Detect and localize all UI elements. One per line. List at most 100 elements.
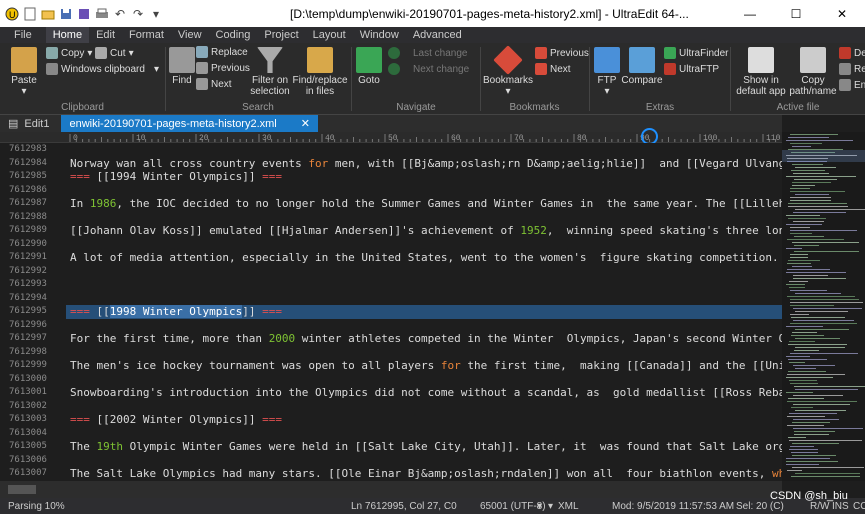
maximize-icon[interactable]: ☐ (773, 0, 819, 27)
minimap-line (790, 353, 858, 354)
paste-button[interactable]: Paste ▾ (6, 47, 42, 97)
code-line[interactable]: The 19th Olympic Winter Games were held … (66, 440, 782, 454)
horizontal-scroll-thumb[interactable] (8, 485, 36, 494)
print-icon[interactable] (94, 6, 110, 22)
copy-button[interactable]: Copy ▾ (46, 47, 92, 59)
binoculars-next-icon (196, 78, 208, 90)
code-line[interactable] (66, 346, 782, 360)
filter-on-selection-button[interactable]: Filter on selection (248, 47, 292, 97)
code-line[interactable] (66, 319, 782, 333)
menu-project[interactable]: Project (257, 27, 305, 43)
bookmarks-button[interactable]: Bookmarks ▾ (483, 45, 533, 97)
minimap-line (795, 368, 816, 369)
next-change-button[interactable]: Next change (388, 63, 469, 75)
menu-home[interactable]: Home (45, 27, 90, 43)
line-number: 7612983 (9, 144, 47, 154)
close-icon[interactable]: ✕ (819, 0, 865, 27)
ultraftp-button[interactable]: UltraFTP (664, 63, 719, 75)
code-line[interactable] (66, 427, 782, 441)
windows-clipboard-select[interactable]: Windows clipboard ▾ (46, 63, 159, 75)
code-editor[interactable]: Norway wan all cross country events for … (66, 143, 782, 481)
status-filetype[interactable]: XML (558, 501, 579, 512)
menu-file[interactable]: File (0, 27, 46, 43)
menu-coding[interactable]: Coding (209, 27, 258, 43)
code-line[interactable]: The Salt Lake Olympics had many stars. [… (66, 467, 782, 481)
menu-advanced[interactable]: Advanced (406, 27, 469, 43)
minimap-line (789, 440, 862, 441)
code-line[interactable]: Snowboarding's introduction into the Oly… (66, 386, 782, 400)
code-line[interactable] (66, 400, 782, 414)
status-encoding-dropdown-icon[interactable]: ▾ (537, 501, 542, 512)
code-line[interactable] (66, 143, 782, 157)
bookmark-previous-button[interactable]: Previous (535, 47, 589, 59)
code-line[interactable]: === [[2002 Winter Olympics]] === (66, 413, 782, 427)
status-position[interactable]: Ln 7612995, Col 27, C0 (351, 501, 457, 512)
bookmark-icon (493, 45, 523, 75)
code-line[interactable] (66, 292, 782, 306)
code-token: A lot of media attention, especially in … (70, 251, 782, 264)
en-button[interactable]: En (839, 79, 865, 91)
minimap-line (790, 188, 810, 189)
minimap-line (789, 413, 837, 414)
status-encoding[interactable]: 65001 (UTF-8) (480, 501, 546, 512)
find-next-button[interactable]: Next (196, 78, 232, 90)
minimap[interactable] (782, 132, 865, 481)
close-tab-icon[interactable]: ✕ (301, 117, 310, 130)
code-line[interactable]: The men's ice hockey tournament was open… (66, 359, 782, 373)
minimap-line (787, 374, 845, 375)
bookmark-next-button[interactable]: Next (535, 63, 571, 75)
copy-path-name-button[interactable]: Copy path/name (789, 47, 837, 97)
goto-button[interactable]: Goto (354, 47, 384, 86)
find-replace-in-files-button[interactable]: Find/replace in files (292, 47, 348, 97)
compare-button[interactable]: Compare (620, 47, 664, 86)
new-file-icon[interactable] (22, 6, 38, 22)
minimize-icon[interactable]: — (727, 0, 773, 27)
de-button[interactable]: De (839, 47, 865, 59)
code-line[interactable]: A lot of media attention, especially in … (66, 251, 782, 265)
code-line[interactable]: In 1986, the IOC decided to no longer ho… (66, 197, 782, 211)
find-button[interactable]: Find (168, 47, 196, 86)
line-number: 7613005 (9, 441, 47, 451)
code-line[interactable]: Norway wan all cross country events for … (66, 157, 782, 171)
code-line[interactable]: For the first time, more than 2000 winte… (66, 332, 782, 346)
bookmark-next-icon (535, 63, 547, 75)
last-change-button[interactable]: Last change (388, 47, 468, 59)
minimap-viewport[interactable] (782, 150, 865, 162)
code-line[interactable] (66, 373, 782, 387)
status-filetype-dropdown-icon[interactable]: ▾ (548, 501, 553, 512)
code-line[interactable] (66, 278, 782, 292)
code-line[interactable]: === [[1994 Winter Olympics]] === (66, 170, 782, 184)
ultrafinder-button[interactable]: UltraFinder (664, 47, 728, 59)
code-line[interactable] (66, 238, 782, 252)
tab-enwiki-xml[interactable]: enwiki-20190701-pages-meta-history2.xml … (61, 115, 318, 132)
ftp-button[interactable]: FTP ▾ (594, 47, 620, 97)
menu-format[interactable]: Format (122, 27, 171, 43)
code-line[interactable]: [[Johann Olav Koss]] emulated [[Hjalmar … (66, 224, 782, 238)
status-col[interactable]: CC (853, 501, 865, 512)
undo-icon[interactable]: ↶ (112, 6, 128, 22)
ruler-label: 20 (199, 134, 209, 143)
menu-view[interactable]: View (171, 27, 209, 43)
save-all-icon[interactable] (76, 6, 92, 22)
code-line[interactable] (66, 454, 782, 468)
menu-edit[interactable]: Edit (89, 27, 122, 43)
code-line[interactable]: === [[1998 Winter Olympics]] === (66, 305, 782, 319)
re-button[interactable]: Re (839, 63, 865, 75)
menu-window[interactable]: Window (353, 27, 406, 43)
code-line[interactable] (66, 184, 782, 198)
status-ins[interactable]: INS (832, 501, 849, 512)
horizontal-scrollbar[interactable] (0, 481, 782, 498)
code-line[interactable] (66, 211, 782, 225)
redo-icon[interactable]: ↷ (130, 6, 146, 22)
replace-button[interactable]: Replace (196, 46, 248, 58)
qat-dropdown-icon[interactable]: ▾ (148, 6, 164, 22)
save-icon[interactable] (58, 6, 74, 22)
open-folder-icon[interactable] (40, 6, 56, 22)
cut-button[interactable]: Cut ▾ (95, 47, 134, 59)
menu-layout[interactable]: Layout (306, 27, 353, 43)
code-line[interactable] (66, 265, 782, 279)
show-in-default-app-button[interactable]: Show in default app (733, 47, 789, 97)
find-previous-button[interactable]: Previous (196, 62, 250, 74)
status-rw[interactable]: R/W (810, 501, 829, 512)
tab-edit1[interactable]: ▤ Edit1 (0, 115, 57, 132)
